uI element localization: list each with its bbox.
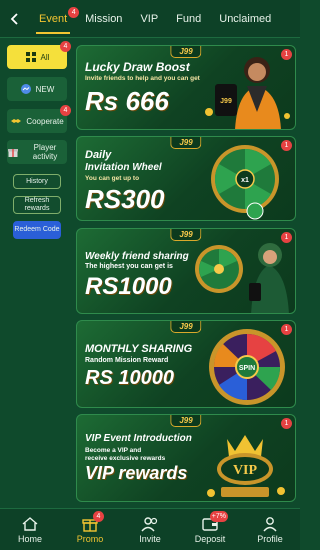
handshake-icon — [11, 119, 22, 123]
sidebar-item-label: NEW — [35, 84, 55, 94]
history-label: History — [26, 177, 48, 185]
nav-label: Home — [17, 533, 42, 544]
nav-invite[interactable]: Invite — [120, 509, 180, 550]
refresh-rewards-label: Refresh rewards — [24, 197, 50, 212]
messenger-icon — [20, 84, 31, 94]
banner-title-line1: Daily — [85, 149, 112, 161]
sidebar-item-new[interactable]: NEW — [7, 77, 67, 101]
banner-badge: 1 — [281, 324, 292, 335]
nav-profile[interactable]: Profile — [240, 509, 300, 550]
tab-label: Mission — [85, 12, 123, 25]
wheel-woman-illustration — [195, 243, 289, 313]
nav-badge: 4 — [93, 511, 104, 522]
tab-vip[interactable]: VIP — [131, 0, 167, 38]
j99-logo: J99 — [170, 229, 202, 241]
j99-logo: J99 — [170, 46, 202, 58]
tab-mission[interactable]: Mission — [76, 0, 131, 38]
sidebar-badge: 4 — [60, 105, 71, 116]
banner-subtitle: Random Mission Reward — [85, 357, 169, 364]
banner-title: Weekly friend sharing — [85, 251, 189, 262]
sidebar-item-label: Player activity — [32, 143, 58, 161]
nav-home[interactable]: Home — [0, 509, 60, 550]
gift-icon — [8, 149, 18, 157]
nav-label: Invite — [139, 533, 161, 544]
banner-amount: RS1000 — [85, 273, 172, 300]
promo-woman-illustration: J99 — [205, 57, 290, 129]
banner-badge: 1 — [281, 140, 292, 151]
nav-badge: +7% — [209, 511, 228, 522]
banner-amount: RS300 — [85, 184, 165, 214]
banner-daily-invitation-wheel[interactable]: J99 1 Daily Invitation Wheel You can get… — [76, 136, 296, 221]
spin-wheel-illustration: SPIN — [209, 329, 285, 405]
banner-amount: VIP rewards — [85, 463, 188, 483]
banner-subtitle-line1: Become a VIP and — [85, 447, 142, 454]
home-icon — [22, 516, 38, 531]
bottom-nav: Home Promo 4 Invite Deposit +7% Profile — [0, 508, 300, 550]
redeem-code-label: Redeem Code — [14, 226, 60, 233]
banner-subtitle: You can get up to — [85, 175, 140, 182]
sidebar-item-cooperate[interactable]: Cooperate 4 — [7, 105, 71, 133]
svg-text:J99: J99 — [220, 98, 232, 105]
back-button[interactable] — [0, 0, 30, 38]
j99-logo: J99 — [170, 415, 202, 427]
banner-subtitle: The highest you can get is — [85, 263, 173, 270]
banner-title-line2: Invitation Wheel — [85, 162, 162, 173]
tab-label: Unclaimed — [219, 12, 272, 25]
tab-event[interactable]: Event 4 — [30, 0, 80, 38]
banner-subtitle-line2: receive exclusive rewards — [85, 455, 166, 462]
banner-subtitle: Invite friends to help and you can get — [85, 75, 200, 82]
banner-lucky-draw-boost[interactable]: J99 1 Lucky Draw Boost Invite friends to… — [76, 45, 296, 130]
profile-icon — [263, 516, 277, 531]
nav-promo[interactable]: Promo 4 — [60, 509, 120, 550]
sidebar-badge: 4 — [60, 41, 71, 52]
vip-emblem-text: VIP — [233, 463, 258, 478]
wheel-center-text: x1 — [241, 177, 249, 184]
banner-badge: 1 — [281, 418, 292, 429]
nav-deposit[interactable]: Deposit +7% — [180, 509, 240, 550]
tab-unclaimed[interactable]: Unclaimed — [210, 0, 280, 38]
banner-amount: RS 10000 — [85, 367, 174, 389]
sidebar-item-label: Cooperate — [26, 116, 64, 126]
banner-title: VIP Event Introduction — [85, 433, 192, 444]
banner-title: MONTHLY SHARING — [85, 343, 193, 355]
banner-monthly-sharing[interactable]: J99 1 MONTHLY SHARING Random Mission Rew… — [76, 320, 296, 408]
tab-fund[interactable]: Fund — [167, 0, 210, 38]
banner-title: Lucky Draw Boost — [85, 60, 190, 74]
sidebar-item-all[interactable]: All 4 — [7, 41, 71, 69]
j99-logo: J99 — [170, 137, 202, 149]
redeem-code-button[interactable]: Redeem Code — [13, 221, 61, 239]
spin-text: SPIN — [239, 365, 255, 372]
banner-vip-event-introduction[interactable]: J99 1 VIP Event Introduction Become a VI… — [76, 414, 296, 502]
tab-label: Fund — [176, 12, 202, 25]
nav-label: Promo — [76, 533, 104, 544]
banner-weekly-friend-sharing[interactable]: J99 1 Weekly friend sharing The highest … — [76, 228, 296, 314]
banner-badge: 1 — [281, 49, 292, 60]
nav-label: Deposit — [194, 533, 226, 544]
vip-crown-emblem: VIP — [207, 435, 285, 497]
banner-badge: 1 — [281, 232, 292, 243]
tab-label: VIP — [140, 12, 159, 25]
category-sidebar: All 4 NEW Cooperate 4 Player activity Hi… — [0, 38, 72, 508]
nav-label: Profile — [257, 533, 283, 544]
users-icon — [141, 516, 158, 531]
j99-logo: J99 — [170, 321, 202, 333]
history-button[interactable]: History — [13, 174, 61, 189]
chevron-left-icon — [10, 12, 18, 25]
prize-wheel-illustration: x1 — [211, 145, 279, 220]
sidebar-item-player-activity[interactable]: Player activity — [7, 140, 67, 164]
grid-icon — [25, 52, 36, 62]
refresh-rewards-button[interactable]: Refresh rewards — [13, 196, 61, 214]
banner-amount: Rs 666 — [85, 86, 169, 116]
tab-label: Event — [39, 12, 68, 25]
sidebar-item-label: All — [40, 52, 50, 62]
top-tab-bar: Event 4 Mission VIP Fund Unclaimed — [0, 0, 300, 38]
